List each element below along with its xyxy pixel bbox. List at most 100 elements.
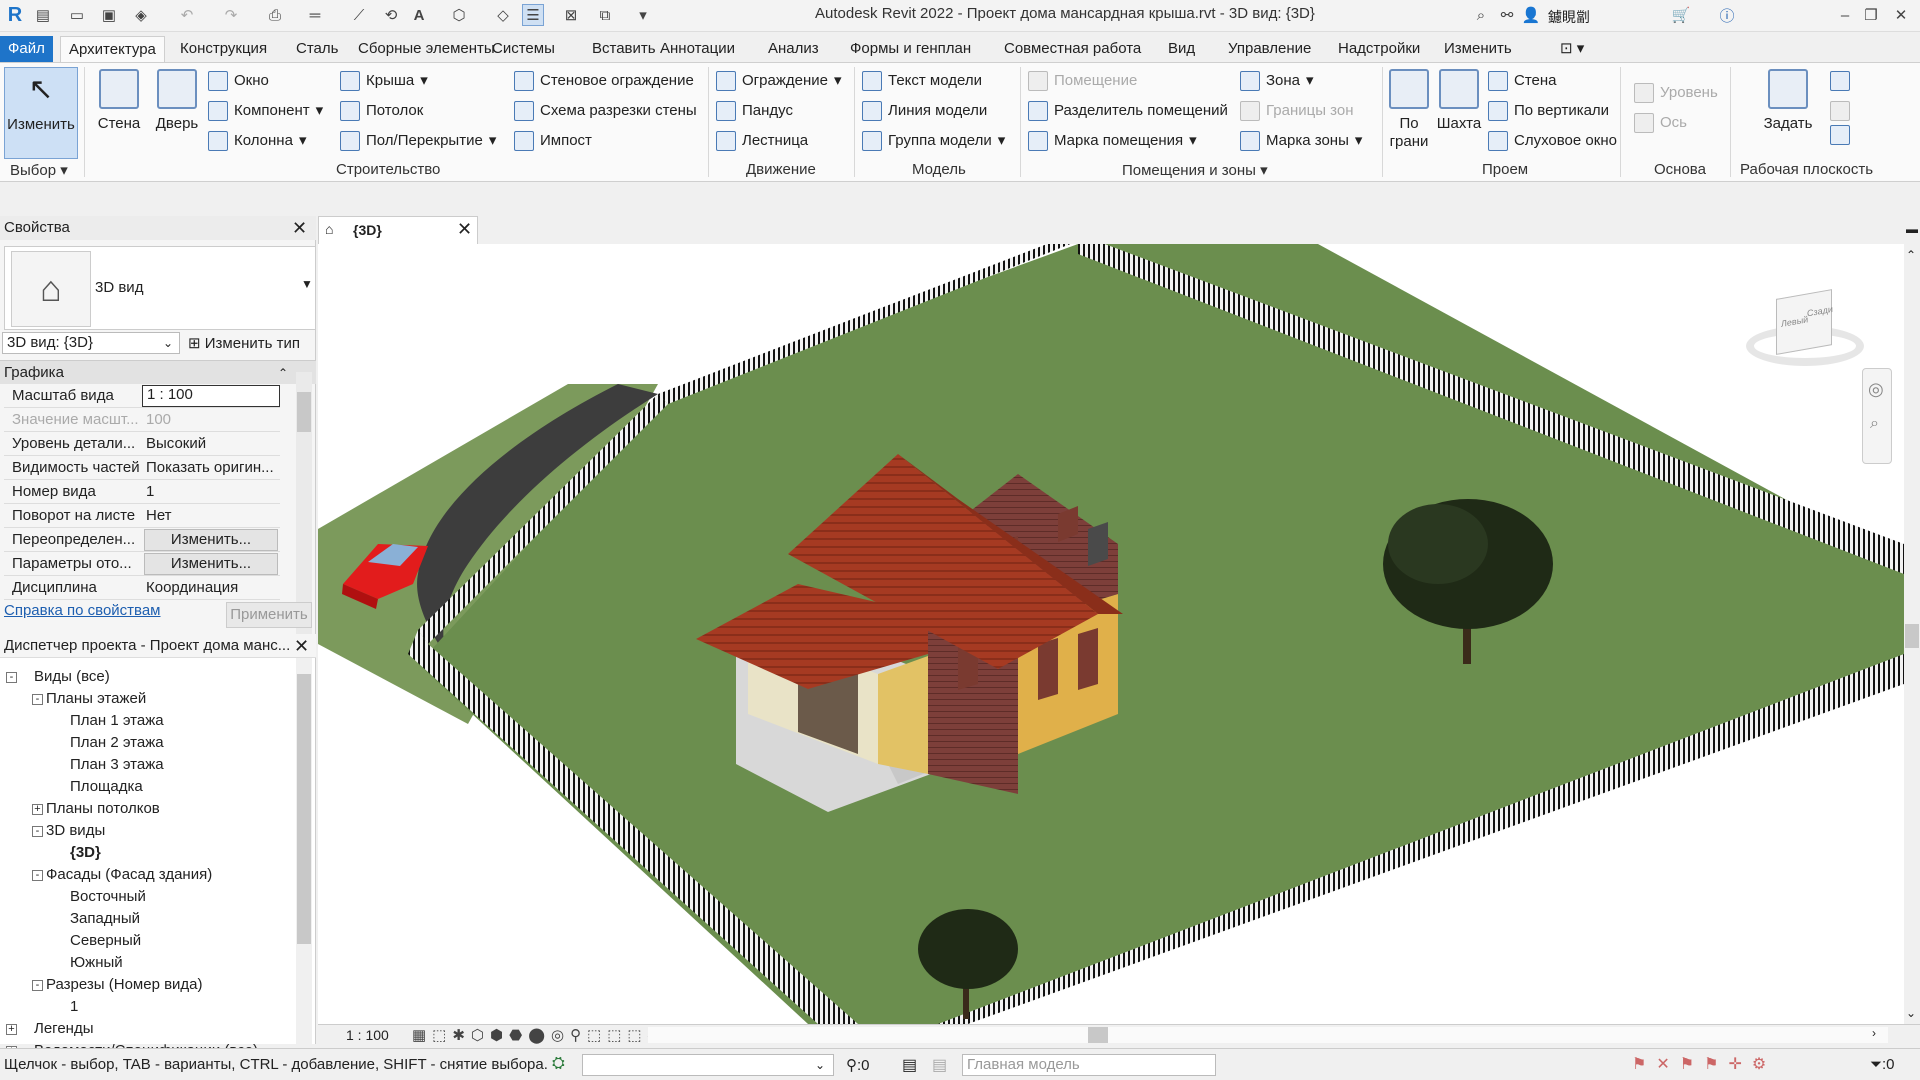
viewport-horizontal-scrollbar[interactable]: ›	[648, 1026, 1888, 1043]
tree-expander-icon[interactable]: +	[6, 1024, 17, 1035]
column-button[interactable]: Колонна ▾	[208, 129, 306, 153]
browser-view-item[interactable]: Восточный	[70, 888, 146, 905]
property-value[interactable]: Высокий	[142, 435, 280, 452]
area-button[interactable]: Зона ▾	[1240, 69, 1314, 93]
apply-button[interactable]: Применить	[226, 602, 312, 628]
design-option-icon[interactable]: ▤	[932, 1055, 947, 1075]
level-button[interactable]: Уровень	[1634, 81, 1718, 105]
dimension-icon[interactable]: ⟋	[348, 4, 370, 26]
section-icon[interactable]: ◇	[492, 4, 514, 26]
property-value[interactable]: 1 : 100	[142, 385, 280, 407]
qat-dropdown-icon[interactable]: ▾	[632, 4, 654, 26]
property-value[interactable]: 100	[142, 411, 280, 428]
browser-view-item[interactable]: Западный	[70, 910, 140, 927]
modify-button[interactable]: ↖ Изменить	[4, 67, 78, 159]
view-tab-3d[interactable]: ⌂ {3D} ✕	[318, 216, 478, 244]
revit-logo-icon[interactable]: R	[4, 4, 26, 26]
tag-icon[interactable]: ⟲	[380, 4, 402, 26]
browser-category[interactable]: Фасады (Фасад здания)	[46, 866, 212, 883]
viewcube[interactable]: Левый Сзади	[1742, 280, 1868, 380]
steering-wheel-icon[interactable]: ◎	[1868, 379, 1884, 400]
tab-4[interactable]: Сборные элементы	[350, 36, 503, 62]
close-browser-icon[interactable]: ✕	[294, 634, 309, 658]
selection-mode-icons[interactable]: ⚑✕⚑⚑✛⚙	[1632, 1054, 1776, 1074]
filter-icon[interactable]: ⏷:0	[1870, 1056, 1895, 1073]
restore-icon[interactable]: ❐	[1860, 4, 1882, 26]
binoculars-icon[interactable]: ⚯	[1496, 4, 1518, 26]
door-button[interactable]: Дверь	[150, 67, 204, 132]
properties-help-link[interactable]: Справка по свойствам	[4, 602, 161, 619]
workset-selector[interactable]: ⌄	[582, 1054, 834, 1076]
browser-category[interactable]: Разрезы (Номер вида)	[46, 976, 203, 993]
dormer-button[interactable]: Слуховое окно	[1488, 129, 1617, 153]
switch-windows-icon[interactable]: ⧉	[594, 4, 616, 26]
stair-button[interactable]: Лестница	[716, 129, 808, 153]
browser-view-item[interactable]: План 1 этажа	[70, 712, 164, 729]
help-icon[interactable]: ⓘ	[1716, 4, 1738, 26]
property-value[interactable]: Координация	[142, 579, 280, 596]
tab-5[interactable]: Системы	[484, 36, 563, 62]
tab-9[interactable]: Формы и генплан	[842, 36, 979, 62]
editing-requests[interactable]: ⚲:0	[846, 1056, 870, 1074]
curtain-grid-button[interactable]: Схема разрезки стены	[514, 99, 697, 123]
property-value[interactable]: Нет	[142, 507, 280, 524]
browser-category[interactable]: Легенды	[34, 1020, 94, 1037]
user-name[interactable]: 鑢睍劏	[1548, 7, 1590, 27]
redo-icon[interactable]: ↷	[220, 4, 242, 26]
zoom-icon[interactable]: ⌕	[1870, 415, 1879, 433]
tree-expander-icon[interactable]: -	[32, 980, 43, 991]
browser-category[interactable]: 3D виды	[46, 822, 105, 839]
text-icon[interactable]: A	[408, 4, 430, 26]
ref-plane-icon[interactable]	[1830, 99, 1850, 123]
model-line-button[interactable]: Линия модели	[862, 99, 987, 123]
tab-7[interactable]: Аннотации	[652, 36, 743, 62]
browser-view-item[interactable]: План 2 этажа	[70, 734, 164, 751]
tabs-menu-icon[interactable]: ▬	[1906, 222, 1918, 236]
viewcube-back-face[interactable]: Сзади	[1807, 304, 1833, 319]
rooms-panel-label[interactable]: Помещения и зоны ▾	[1122, 161, 1268, 179]
close-hidden-icon[interactable]: ⊠	[560, 4, 582, 26]
browser-view-item[interactable]: Южный	[70, 954, 123, 971]
ribbon-options-icon[interactable]: ⊡ ▾	[1552, 36, 1592, 62]
viewcube-box[interactable]: Левый Сзади	[1776, 289, 1833, 355]
design-option-selector[interactable]: Главная модель	[962, 1054, 1216, 1076]
property-value[interactable]: Показать оригин...	[142, 459, 280, 476]
model-canvas[interactable]	[318, 244, 1904, 1024]
save-icon[interactable]: ▣	[98, 4, 120, 26]
cart-icon[interactable]: 🛒	[1670, 4, 1692, 26]
window-button[interactable]: Окно	[208, 69, 269, 93]
area-tag-button[interactable]: Марка зоны ▾	[1240, 129, 1362, 153]
3d-viewport[interactable]: Левый Сзади ◎ ⌕	[318, 244, 1904, 1024]
curtain-system-button[interactable]: Стеновое ограждение	[514, 69, 694, 93]
print-icon[interactable]: ⎙	[264, 4, 286, 26]
measure-icon[interactable]: ═	[304, 4, 326, 26]
property-edit-button[interactable]: Изменить...	[144, 529, 278, 551]
tab-11[interactable]: Вид	[1160, 36, 1203, 62]
home-icon[interactable]: ▤	[32, 4, 54, 26]
graphics-group-header[interactable]: Графика ⌃	[0, 360, 316, 384]
open-icon[interactable]: ▭	[66, 4, 88, 26]
room-button[interactable]: Помещение	[1028, 69, 1137, 93]
select-panel-label[interactable]: Выбор ▾	[10, 161, 68, 179]
room-tag-button[interactable]: Марка помещения ▾	[1028, 129, 1197, 153]
3d-view-icon[interactable]: ⬡	[448, 4, 470, 26]
property-edit-button[interactable]: Изменить...	[144, 553, 278, 575]
tab-12[interactable]: Управление	[1220, 36, 1319, 62]
tree-expander-icon[interactable]: -	[32, 694, 43, 705]
tab-3[interactable]: Сталь	[288, 36, 346, 62]
viewer-icon[interactable]	[1830, 123, 1850, 147]
vertical-opening-button[interactable]: По вертикали	[1488, 99, 1609, 123]
close-properties-icon[interactable]: ✕	[292, 216, 307, 240]
browser-category[interactable]: Планы этажей	[46, 690, 146, 707]
by-face-button[interactable]: По грани	[1388, 67, 1430, 151]
search-icon[interactable]: ⌕	[1470, 4, 1492, 26]
browser-category[interactable]: Виды (все)	[34, 668, 110, 685]
ceiling-button[interactable]: Потолок	[340, 99, 423, 123]
tree-expander-icon[interactable]: -	[32, 870, 43, 881]
railing-button[interactable]: Ограждение ▾	[716, 69, 842, 93]
floor-button[interactable]: Пол/Перекрытие ▾	[340, 129, 496, 153]
browser-view-item[interactable]: План 3 этажа	[70, 756, 164, 773]
grid-button[interactable]: Ось	[1634, 111, 1687, 135]
tree-expander-icon[interactable]: -	[6, 672, 17, 683]
tab-13[interactable]: Надстройки	[1330, 36, 1428, 62]
